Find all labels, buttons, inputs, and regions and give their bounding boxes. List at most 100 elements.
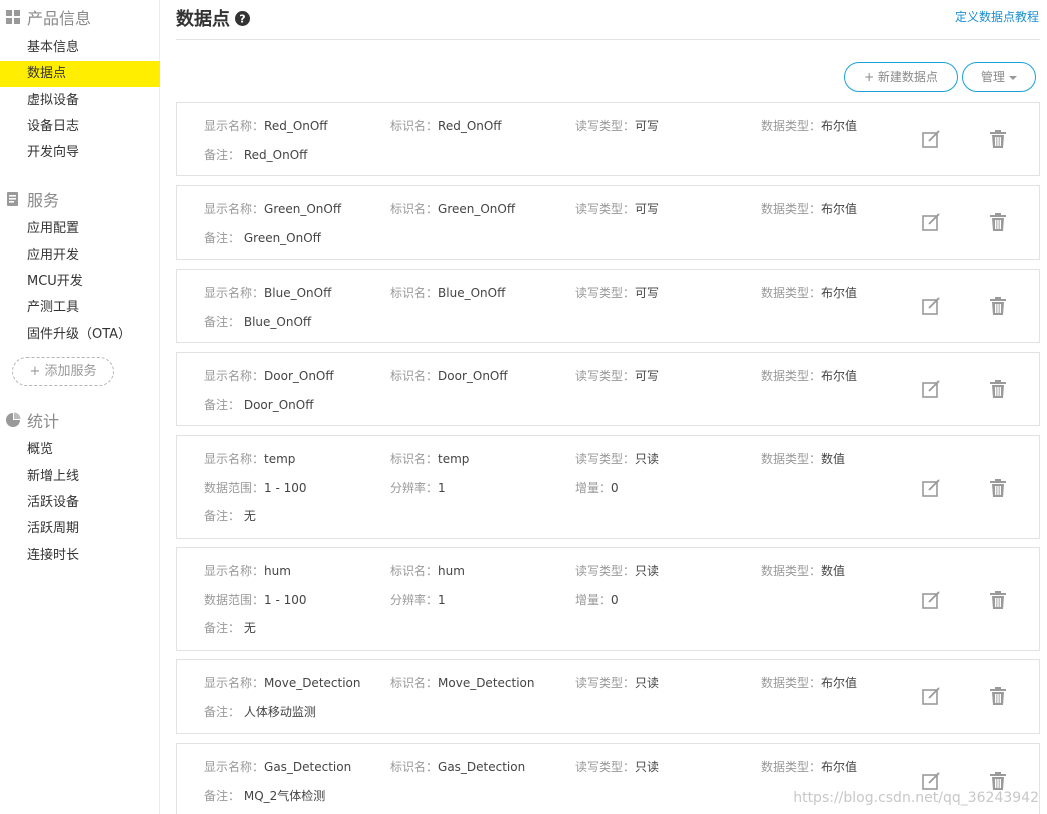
data-type: 数据类型：数值 <box>761 450 845 467</box>
note: 备注： Blue_OnOff <box>204 313 311 330</box>
sidebar-item-device-log[interactable]: 设备日志 <box>0 114 160 140</box>
trash-icon[interactable] <box>988 379 1008 399</box>
datapoint-card: 显示名称：Red_OnOff 标识名：Red_OnOff 读写类型：可写 数据类型：布… <box>176 102 1040 176</box>
edit-icon[interactable] <box>921 296 941 316</box>
sidebar-item-test-tools[interactable]: 产测工具 <box>0 295 160 321</box>
sidebar-item-datapoints[interactable]: 数据点 <box>0 61 160 87</box>
sidebar-item-mcu-dev[interactable]: MCU开发 <box>0 269 160 295</box>
watermark: https://blog.csdn.net/qq_36243942 <box>793 790 1039 806</box>
display-name: 显示名称：Door_OnOff <box>204 367 334 384</box>
data-type-value: 数值 <box>821 564 846 578</box>
note: 备注： MQ_2气体检测 <box>204 787 325 804</box>
trash-icon[interactable] <box>988 771 1008 791</box>
display-name: 显示名称：Move_Detection <box>204 674 361 691</box>
trash-icon[interactable] <box>988 590 1008 610</box>
manage-button[interactable]: 管理 <box>962 62 1036 92</box>
data-range-value: 1 - 100 <box>264 481 307 495</box>
data-type-value: 布尔值 <box>821 202 858 216</box>
edit-icon[interactable] <box>921 478 941 498</box>
note: 备注： 无 <box>204 619 256 636</box>
sidebar-item-overview[interactable]: 概览 <box>0 437 160 463</box>
identifier-label: 标识名： <box>390 119 439 133</box>
sidebar-item-dev-guide[interactable]: 开发向导 <box>0 140 160 166</box>
note-label: 备注： <box>204 509 241 523</box>
resolution-label: 分辨率： <box>390 481 439 495</box>
increment-label: 增量： <box>575 593 612 607</box>
sidebar-item-app-dev[interactable]: 应用开发 <box>0 243 160 269</box>
sidebar-item-basic-info[interactable]: 基本信息 <box>0 35 160 61</box>
add-service-button[interactable]: + 添加服务 <box>12 357 114 386</box>
data-range-label: 数据范围： <box>204 593 265 607</box>
sidebar-item-active-period[interactable]: 活跃周期 <box>0 516 160 542</box>
display-name-label: 显示名称： <box>204 452 265 466</box>
sidebar-item-app-config[interactable]: 应用配置 <box>0 216 160 242</box>
trash-icon[interactable] <box>988 686 1008 706</box>
new-datapoint-button[interactable]: + 新建数据点 <box>844 62 958 92</box>
data-type: 数据类型：布尔值 <box>761 367 857 384</box>
data-type-value: 数值 <box>821 452 846 466</box>
edit-icon[interactable] <box>921 771 941 791</box>
identifier: 标识名：Red_OnOff <box>390 117 502 134</box>
identifier: 标识名：hum <box>390 562 465 579</box>
rw-type: 读写类型：只读 <box>575 562 659 579</box>
data-type-label: 数据类型： <box>761 119 822 133</box>
rw-type-label: 读写类型： <box>575 564 636 578</box>
identifier-value: Green_OnOff <box>438 202 516 216</box>
sidebar-item-connect-duration[interactable]: 连接时长 <box>0 543 160 569</box>
pie-chart-icon <box>4 411 22 429</box>
edit-icon[interactable] <box>921 686 941 706</box>
sidebar-section-title: 统计 <box>27 412 60 431</box>
edit-icon[interactable] <box>921 379 941 399</box>
help-icon[interactable]: ? <box>235 10 250 26</box>
trash-icon[interactable] <box>988 212 1008 232</box>
increment-label: 增量： <box>575 481 612 495</box>
identifier: 标识名：Door_OnOff <box>390 367 508 384</box>
note-value: Door_OnOff <box>243 398 314 412</box>
note-value: 人体移动监测 <box>243 705 316 719</box>
note: 备注： Red_OnOff <box>204 146 307 163</box>
sidebar-item-new-online[interactable]: 新增上线 <box>0 464 160 490</box>
increment-value: 0 <box>611 593 619 607</box>
trash-icon[interactable] <box>988 296 1008 316</box>
note-label: 备注： <box>204 315 241 329</box>
identifier-value: temp <box>438 452 470 466</box>
datapoint-card: 显示名称：Green_OnOff 标识名：Green_OnOff 读写类型：可写 数据… <box>176 185 1040 260</box>
tutorial-link[interactable]: 定义数据点教程 <box>955 8 1039 25</box>
display-name-value: Green_OnOff <box>264 202 342 216</box>
rw-type-value: 只读 <box>635 564 660 578</box>
data-range-label: 数据范围： <box>204 481 265 495</box>
note: 备注： Green_OnOff <box>204 229 321 246</box>
trash-icon[interactable] <box>988 129 1008 149</box>
rw-type-value: 可写 <box>635 119 660 133</box>
note-label: 备注： <box>204 398 241 412</box>
data-type-label: 数据类型： <box>761 369 822 383</box>
edit-icon[interactable] <box>921 590 941 610</box>
data-type: 数据类型：布尔值 <box>761 284 857 301</box>
rw-type-label: 读写类型： <box>575 119 636 133</box>
display-name: 显示名称：temp <box>204 450 295 467</box>
sidebar-item-virtual-device[interactable]: 虚拟设备 <box>0 88 160 114</box>
chevron-down-icon <box>1009 75 1017 80</box>
edit-icon[interactable] <box>921 212 941 232</box>
note-value: Blue_OnOff <box>243 315 312 329</box>
data-type-value: 布尔值 <box>821 286 858 300</box>
grid-icon <box>4 8 22 26</box>
display-name-value: Red_OnOff <box>264 119 328 133</box>
display-name-label: 显示名称： <box>204 286 265 300</box>
resolution-value: 1 <box>438 593 446 607</box>
note-label: 备注： <box>204 705 241 719</box>
identifier-label: 标识名： <box>390 564 439 578</box>
note-value: Red_OnOff <box>243 148 308 162</box>
note: 备注： Door_OnOff <box>204 396 313 413</box>
trash-icon[interactable] <box>988 478 1008 498</box>
svg-text:?: ? <box>239 12 245 25</box>
sidebar-item-active-devices[interactable]: 活跃设备 <box>0 490 160 516</box>
data-type-value: 布尔值 <box>821 119 858 133</box>
identifier-value: Move_Detection <box>438 676 535 690</box>
edit-icon[interactable] <box>921 129 941 149</box>
data-type-label: 数据类型： <box>761 760 822 774</box>
display-name-label: 显示名称： <box>204 676 265 690</box>
display-name-label: 显示名称： <box>204 760 265 774</box>
sidebar-item-ota[interactable]: 固件升级（OTA） <box>0 322 160 348</box>
rw-type: 读写类型：可写 <box>575 284 659 301</box>
